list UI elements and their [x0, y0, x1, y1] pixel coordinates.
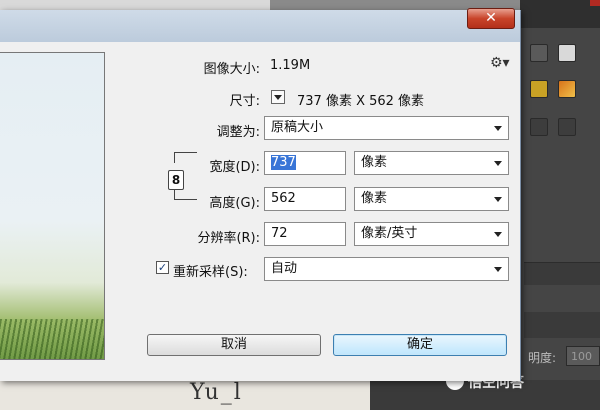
image-size-value: 1.19M [270, 58, 311, 73]
preview-grass [0, 319, 104, 359]
style-swatch[interactable] [530, 44, 548, 62]
fit-to-label: 调整为: [216, 125, 260, 140]
layers-toolbar [524, 312, 600, 338]
style-swatch[interactable] [530, 80, 548, 98]
background-accent [590, 0, 600, 6]
chevron-down-icon [494, 267, 502, 272]
dialog-titlebar [0, 10, 520, 42]
resolution-label: 分辨率(R): [197, 231, 260, 246]
height-unit-value: 像素 [361, 191, 388, 206]
style-swatch[interactable] [530, 118, 548, 136]
style-swatch[interactable] [558, 80, 576, 98]
background-text: Yu_l [190, 380, 243, 405]
cancel-button[interactable]: 取消 [147, 334, 321, 356]
chevron-down-icon [494, 232, 502, 237]
fit-to-value: 原稿大小 [271, 120, 324, 135]
width-unit-select[interactable]: 像素 [354, 151, 509, 175]
style-swatch[interactable] [558, 44, 576, 62]
resolution-unit-value: 像素/英寸 [361, 226, 418, 241]
resample-value: 自动 [271, 261, 298, 276]
dimensions-dropdown-icon[interactable] [271, 90, 285, 104]
opacity-label: 明度: [528, 351, 557, 365]
chevron-down-icon [494, 161, 502, 166]
image-preview [0, 52, 105, 360]
height-unit-select[interactable]: 像素 [354, 187, 509, 211]
resample-select[interactable]: 自动 [264, 257, 509, 281]
image-size-label: 图像大小: [203, 62, 260, 77]
resample-label: 重新采样(S): [173, 265, 248, 280]
close-icon[interactable]: ✕ [467, 8, 515, 29]
gear-icon[interactable]: ⚙▾ [490, 55, 510, 71]
height-input[interactable]: 562 [264, 187, 346, 211]
fit-to-select[interactable]: 原稿大小 [264, 116, 509, 140]
resolution-unit-select[interactable]: 像素/英寸 [354, 222, 509, 246]
resolution-input[interactable]: 72 [264, 222, 346, 246]
dimensions-value: 737 像素 X 562 像素 [297, 94, 425, 109]
resample-checkbox[interactable]: ✓ [156, 261, 169, 274]
dimensions-label: 尺寸: [229, 94, 260, 109]
width-unit-value: 像素 [361, 155, 388, 170]
background-topbar [520, 0, 600, 28]
height-label: 高度(G): [209, 196, 260, 211]
chevron-down-icon [494, 197, 502, 202]
opacity-field[interactable]: 100 [566, 346, 600, 366]
width-label: 宽度(D): [209, 160, 260, 175]
layers-toolbar [524, 262, 600, 285]
resolution-value: 72 [271, 226, 288, 241]
width-input[interactable]: 737 [264, 151, 346, 175]
style-swatch[interactable] [558, 118, 576, 136]
chevron-down-icon [494, 126, 502, 131]
ok-button[interactable]: 确定 [333, 334, 507, 356]
width-value: 737 [271, 155, 296, 170]
height-value: 562 [271, 191, 296, 206]
